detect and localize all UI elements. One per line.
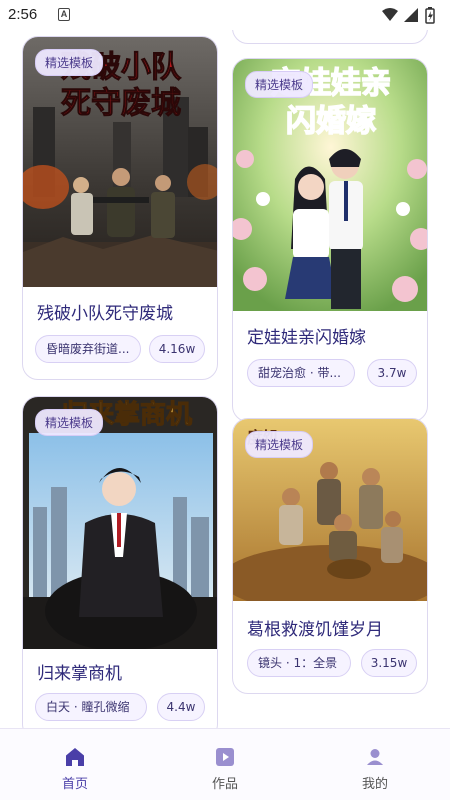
wifi-icon [382,8,398,21]
home-icon [66,748,84,766]
featured-badge: 精选模板 [245,431,314,458]
card-tag: 昏暗废弃街道... [35,335,141,363]
card-title: 葛根救渡饥馑岁月 [247,620,383,640]
card-tag: 白天 · 瞳孔微缩 [35,693,147,721]
signal-icon [404,8,418,22]
template-card-partial[interactable] [232,30,428,44]
card-title: 归来掌商机 [37,664,122,684]
card-tag: 甜宠治愈 · 带... [247,359,355,387]
status-icons [382,7,435,24]
nav-works-label: 作品 [211,777,238,792]
template-card[interactable]: 归来掌商机 精选模板 归来掌商机 白天 · 瞳孔微缩 4.4w [22,396,218,728]
person-icon [367,749,383,765]
card-view-count: 3.15w [361,649,417,677]
battery-icon [425,7,435,24]
svg-text:死守废城: 死守废城 [61,86,181,121]
template-card[interactable]: 度饥 精选模板 葛根救渡饥馑岁月 镜头 · 1：全景 3.15w [232,418,428,694]
status-time: 2:56 [8,6,38,23]
svg-text:闪婚嫁: 闪婚嫁 [286,104,376,139]
template-feed[interactable]: 残破小队 死守废城 精选模板 残破小队死守废城 昏暗废弃街道... 4.16w [0,30,450,728]
play-icon [216,748,234,766]
card-view-count: 4.16w [149,335,205,363]
featured-badge: 精选模板 [35,409,104,436]
featured-badge: 精选模板 [245,71,314,98]
nav-mine[interactable]: 我的 [300,729,450,800]
nav-works[interactable]: 作品 [150,729,300,800]
nav-mine-label: 我的 [361,777,388,792]
template-card[interactable]: 残破小队 死守废城 精选模板 残破小队死守废城 昏暗废弃街道... 4.16w [22,36,218,380]
card-tag: 镜头 · 1：全景 [247,649,351,677]
app-screen: 2:56 A 残破小队 死守废城 精选模板 残破小队死守废城 昏暗废弃街道...… [0,0,450,800]
nav-home-label: 首页 [61,777,88,792]
card-title: 定娃娃亲闪婚嫁 [247,328,366,348]
card-view-count: 4.4w [157,693,205,721]
card-title: 残破小队死守废城 [37,304,173,324]
status-bar: 2:56 A [0,0,450,30]
a-letter-icon: A [58,8,70,21]
featured-badge: 精选模板 [35,49,104,76]
card-view-count: 3.7w [367,359,417,387]
nav-home[interactable]: 首页 [0,729,150,800]
bottom-navigation: 首页 作品 我的 [0,728,450,800]
template-card[interactable]: 定娃娃亲 闪婚嫁 精选模板 定娃娃亲闪婚嫁 甜宠治愈 · 带... 3.7w [232,58,428,422]
